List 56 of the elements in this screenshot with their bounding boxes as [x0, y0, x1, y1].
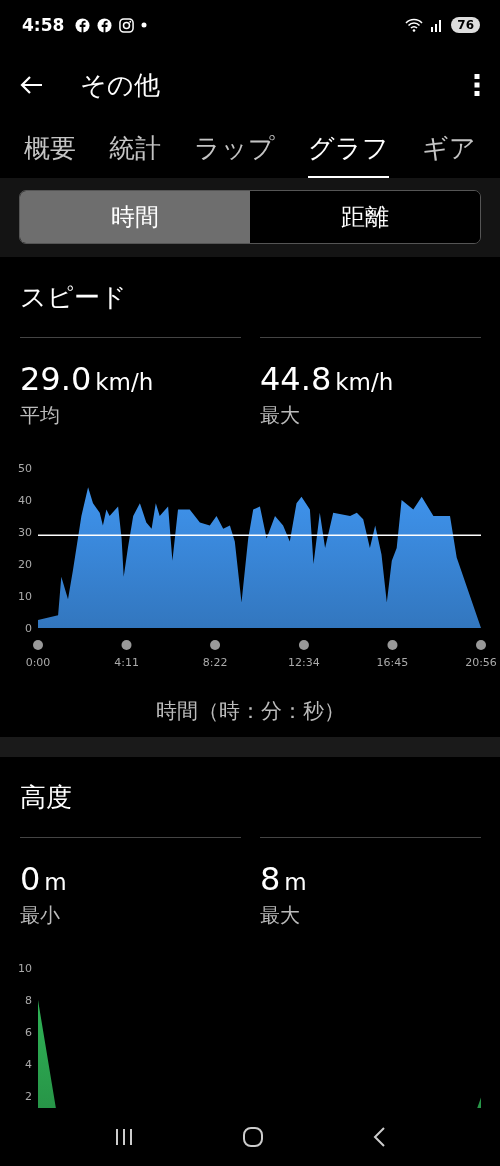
- axis-tick-label: 10: [18, 962, 32, 975]
- dot-icon: [141, 22, 148, 28]
- tab[interactable]: 概要: [24, 120, 76, 178]
- axis-tick-label: 20: [18, 558, 32, 571]
- more-options-icon[interactable]: [474, 74, 480, 96]
- axis-tick-label: 0:00: [25, 656, 51, 669]
- recent-apps-icon[interactable]: [114, 1128, 134, 1146]
- back-arrow-icon[interactable]: [20, 75, 44, 95]
- stat-unit: m: [44, 869, 67, 895]
- tab[interactable]: ギア: [422, 120, 476, 178]
- back-icon[interactable]: [372, 1126, 386, 1148]
- camera-icon: [119, 17, 135, 33]
- axis-tick-label: 6: [25, 1026, 32, 1039]
- segment-button[interactable]: 時間: [20, 191, 250, 243]
- axis-tick-label: 0: [25, 622, 32, 635]
- screen-title: その他: [80, 68, 161, 102]
- axis-tick-dot: [476, 640, 486, 650]
- axis-tick-label: 10: [18, 590, 32, 603]
- notification-icon: [97, 17, 113, 33]
- notification-icon: [75, 17, 91, 33]
- home-icon[interactable]: [242, 1126, 264, 1148]
- section-title: 高度: [19, 781, 73, 814]
- tab[interactable]: 統計: [109, 120, 161, 178]
- axis-tick-label: 12:34: [288, 656, 320, 669]
- axis-tick-label: 16:45: [376, 656, 409, 669]
- axis-tick-label: 50: [18, 462, 32, 475]
- section-title: スピード: [19, 281, 128, 314]
- axis-tick-label: 30: [18, 526, 32, 539]
- axis-tick-dot: [298, 640, 309, 650]
- tab[interactable]: ラップ: [194, 120, 275, 178]
- stat-unit: km/h: [95, 369, 154, 395]
- axis-tick-label: 2: [25, 1090, 32, 1103]
- stat-value: 44.8: [260, 360, 332, 398]
- status-time: 4:58: [22, 15, 65, 35]
- axis-tick-dot: [210, 640, 221, 650]
- axis-title: 時間（時：分：秒）: [154, 698, 346, 725]
- axis-tick-dot: [387, 640, 398, 650]
- axis-tick-label: 4: [25, 1058, 32, 1071]
- axis-tick-label: 8:22: [202, 656, 228, 669]
- stat-label: 最大: [260, 402, 301, 429]
- stat-unit: m: [284, 869, 307, 895]
- axis-tick-dot: [33, 640, 43, 650]
- axis-tick-label: 20:56: [465, 656, 497, 669]
- stat-label: 最大: [260, 902, 301, 929]
- stat-label: 最小: [20, 902, 61, 929]
- stat-value: 0: [20, 860, 41, 898]
- axis-tick-dot: [121, 640, 132, 650]
- axis-tick-label: 8: [25, 994, 32, 1007]
- battery-level: 76: [451, 17, 480, 33]
- stat-value: 29.0: [20, 360, 92, 398]
- stat-label: 平均: [20, 402, 61, 429]
- stat-unit: km/h: [335, 369, 394, 395]
- axis-tick-label: 40: [18, 494, 32, 507]
- stat-value: 8: [260, 860, 281, 898]
- axis-tick-label: 4:11: [114, 656, 139, 669]
- wifi-icon: [405, 18, 424, 32]
